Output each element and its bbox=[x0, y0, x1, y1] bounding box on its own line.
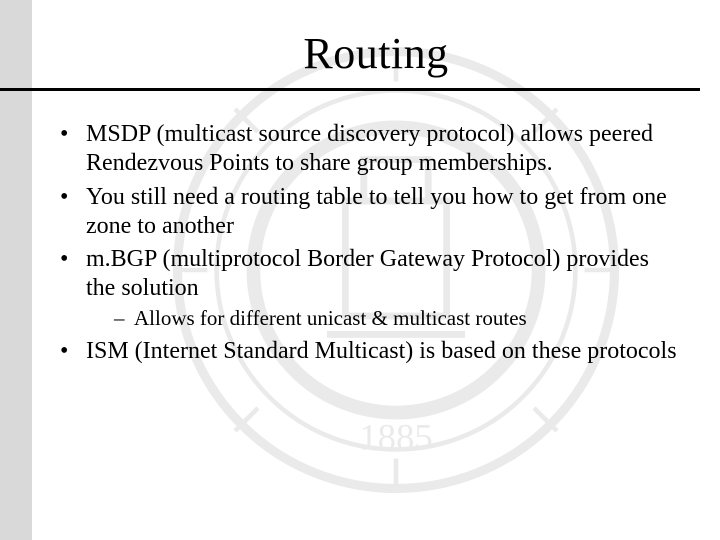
list-item: ISM (Internet Standard Multicast) is bas… bbox=[60, 337, 680, 366]
list-item: m.BGP (multiprotocol Border Gateway Prot… bbox=[60, 245, 680, 331]
slide-title: Routing bbox=[303, 29, 448, 78]
list-item: MSDP (multicast source discovery protoco… bbox=[60, 120, 680, 179]
list-item: Allows for different unicast & multicast… bbox=[114, 306, 680, 332]
left-accent-band bbox=[0, 0, 32, 540]
sub-bullet-list: Allows for different unicast & multicast… bbox=[86, 306, 680, 332]
bullet-text: MSDP (multicast source discovery protoco… bbox=[86, 121, 653, 176]
title-area: Routing bbox=[32, 28, 720, 79]
bullet-text: m.BGP (multiprotocol Border Gateway Prot… bbox=[86, 246, 649, 301]
bullet-list: MSDP (multicast source discovery protoco… bbox=[60, 120, 680, 366]
slide: Routing MSDP (multicast source discovery… bbox=[0, 0, 720, 540]
list-item: You still need a routing table to tell y… bbox=[60, 183, 680, 242]
title-underline bbox=[0, 88, 700, 91]
bullet-text: Allows for different unicast & multicast… bbox=[134, 306, 527, 330]
bullet-text: You still need a routing table to tell y… bbox=[86, 184, 667, 239]
slide-body: MSDP (multicast source discovery protoco… bbox=[60, 120, 680, 370]
bullet-text: ISM (Internet Standard Multicast) is bas… bbox=[86, 338, 677, 364]
